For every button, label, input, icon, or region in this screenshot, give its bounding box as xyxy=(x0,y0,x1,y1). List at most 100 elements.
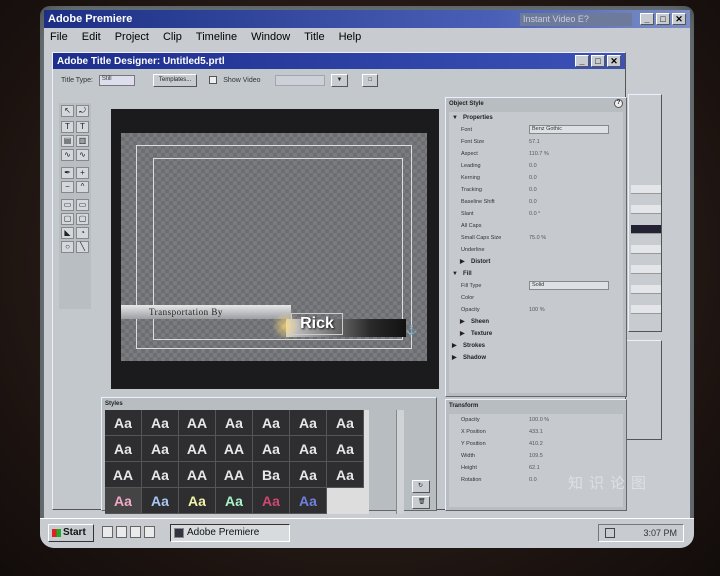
show-desktop-icon[interactable] xyxy=(102,526,113,538)
property-value[interactable]: 57.1 xyxy=(529,136,540,148)
style-swatch[interactable]: Aa xyxy=(142,410,179,436)
style-swatch[interactable]: Aa xyxy=(290,410,327,436)
property-value[interactable]: 0.0 xyxy=(529,196,537,208)
property-value[interactable]: Benz Gothic xyxy=(529,125,609,134)
wedge-tool-icon[interactable]: ◣ xyxy=(61,227,74,239)
side-list-item[interactable] xyxy=(631,285,661,294)
rounded-rectangle-tool-icon[interactable]: ▢ xyxy=(61,213,74,225)
rectangle-tool-icon[interactable]: ▭ xyxy=(61,199,74,211)
side-list-item[interactable] xyxy=(631,265,661,274)
clipped-corner-tool-icon[interactable]: ▭ xyxy=(76,199,89,211)
transform-value[interactable]: 62.1 xyxy=(529,462,540,474)
sheen-section[interactable]: ▶ Sheen xyxy=(449,316,623,328)
style-swatch[interactable]: Aa xyxy=(216,488,253,514)
transform-value[interactable]: 109.5 xyxy=(529,450,543,462)
style-swatch[interactable]: Aa xyxy=(327,410,364,436)
sync-button[interactable]: ▼ xyxy=(330,73,349,87)
style-swatch[interactable]: Ba xyxy=(253,462,290,488)
style-swatch[interactable]: Aa xyxy=(105,436,142,462)
style-swatch[interactable]: Aa xyxy=(142,488,179,514)
style-swatch[interactable]: Aa xyxy=(142,436,179,462)
property-value[interactable]: 75.0 % xyxy=(529,232,546,244)
transform-value[interactable]: 410.2 xyxy=(529,438,543,450)
path-type-tool-icon[interactable]: ∿ xyxy=(61,149,74,161)
artboard[interactable]: Transportation By Rick ⚓ xyxy=(121,133,427,361)
convert-anchor-tool-icon[interactable]: ^ xyxy=(76,181,89,193)
transform-value[interactable]: 433.1 xyxy=(529,426,543,438)
style-swatch[interactable]: AA xyxy=(216,436,253,462)
speaker-icon[interactable] xyxy=(605,528,615,538)
style-swatch[interactable]: Aa xyxy=(290,436,327,462)
style-swatch[interactable]: Aa xyxy=(327,462,364,488)
menu-title[interactable]: Title xyxy=(304,31,324,43)
side-list-item[interactable] xyxy=(631,225,661,234)
disclosure-triangle-icon[interactable]: ▶ xyxy=(460,328,465,340)
property-value[interactable]: Solid xyxy=(529,281,609,290)
browser-icon[interactable] xyxy=(116,526,127,538)
help-icon[interactable]: ? xyxy=(614,99,623,108)
instant-video-window-tab[interactable]: Instant Video E? xyxy=(520,12,632,26)
designer-close-button[interactable]: ✕ xyxy=(607,55,621,67)
menu-project[interactable]: Project xyxy=(115,31,149,43)
style-swatch[interactable]: AA xyxy=(216,462,253,488)
title-canvas[interactable]: Transportation By Rick ⚓ xyxy=(111,109,439,389)
disclosure-triangle-icon[interactable]: ▶ xyxy=(452,352,457,364)
properties-section[interactable]: ▼ Properties xyxy=(449,112,623,124)
transportation-text[interactable]: Transportation By xyxy=(149,307,223,317)
menu-edit[interactable]: Edit xyxy=(82,31,101,43)
style-swatch[interactable]: Aa xyxy=(253,436,290,462)
transform-value[interactable]: 0.0 xyxy=(529,474,537,486)
templates-button[interactable]: Templates... xyxy=(152,73,198,87)
line-tool-icon[interactable]: ╲ xyxy=(76,241,89,253)
texture-section[interactable]: ▶ Texture xyxy=(449,328,623,340)
side-list-item[interactable] xyxy=(631,245,661,254)
property-value[interactable]: 0.0 xyxy=(529,172,537,184)
pen-tool-icon[interactable]: ✒ xyxy=(61,167,74,179)
vertical-area-type-tool-icon[interactable]: ▥ xyxy=(76,135,89,147)
disclosure-triangle-icon[interactable]: ▶ xyxy=(452,340,457,352)
style-swatch[interactable]: Aa xyxy=(327,436,364,462)
outlook-icon[interactable] xyxy=(130,526,141,538)
menu-help[interactable]: Help xyxy=(339,31,362,43)
close-button[interactable]: ✕ xyxy=(672,13,686,25)
property-value[interactable]: 100 % xyxy=(529,304,545,316)
ellipse-tool-icon[interactable]: ○ xyxy=(61,241,74,253)
disclosure-triangle-icon[interactable]: ▶ xyxy=(460,316,465,328)
vertical-path-type-tool-icon[interactable]: ∿ xyxy=(76,149,89,161)
side-list-item[interactable] xyxy=(631,305,661,314)
disclosure-triangle-icon[interactable]: ▼ xyxy=(452,112,458,124)
menu-window[interactable]: Window xyxy=(251,31,290,43)
maximize-button[interactable]: □ xyxy=(656,13,670,25)
title-type-select[interactable]: Still xyxy=(98,74,135,86)
rotation-tool-icon[interactable]: ⤾ xyxy=(76,105,89,117)
selection-tool-icon[interactable]: ↖ xyxy=(61,105,74,117)
distort-section[interactable]: ▶ Distort xyxy=(449,256,623,268)
menu-clip[interactable]: Clip xyxy=(163,31,182,43)
side-list-item[interactable] xyxy=(631,185,661,194)
style-swatch[interactable]: Aa xyxy=(105,410,142,436)
fill-section[interactable]: ▼ Fill xyxy=(449,268,623,280)
new-title-button[interactable]: □ xyxy=(362,73,379,87)
transform-value[interactable]: 100.0 % xyxy=(529,414,549,426)
clock[interactable]: 3:07 PM xyxy=(643,528,677,538)
shadow-section[interactable]: ▶ Shadow xyxy=(449,352,623,364)
add-anchor-tool-icon[interactable]: + xyxy=(76,167,89,179)
designer-maximize-button[interactable]: □ xyxy=(591,55,605,67)
show-video-checkbox[interactable] xyxy=(209,76,218,84)
area-type-tool-icon[interactable]: ▤ xyxy=(61,135,74,147)
channels-icon[interactable] xyxy=(144,526,155,538)
style-swatch[interactable]: AA xyxy=(105,462,142,488)
style-swatch[interactable]: Aa xyxy=(290,462,327,488)
style-swatch[interactable]: AA xyxy=(179,436,216,462)
side-list-item[interactable] xyxy=(631,205,661,214)
delete-anchor-tool-icon[interactable]: − xyxy=(61,181,74,193)
vertical-type-tool-icon[interactable]: T xyxy=(76,121,89,133)
style-swatch[interactable]: Aa xyxy=(253,488,290,514)
rick-text-object[interactable]: Rick xyxy=(291,313,343,335)
disclosure-triangle-icon[interactable]: ▼ xyxy=(452,268,458,280)
property-value[interactable]: 110.7 % xyxy=(529,148,549,160)
arc-tool-icon[interactable]: ◔ xyxy=(76,227,89,239)
type-tool-icon[interactable]: T xyxy=(61,121,74,133)
start-button[interactable]: Start xyxy=(48,524,94,542)
style-swatch[interactable]: Aa xyxy=(105,488,142,514)
